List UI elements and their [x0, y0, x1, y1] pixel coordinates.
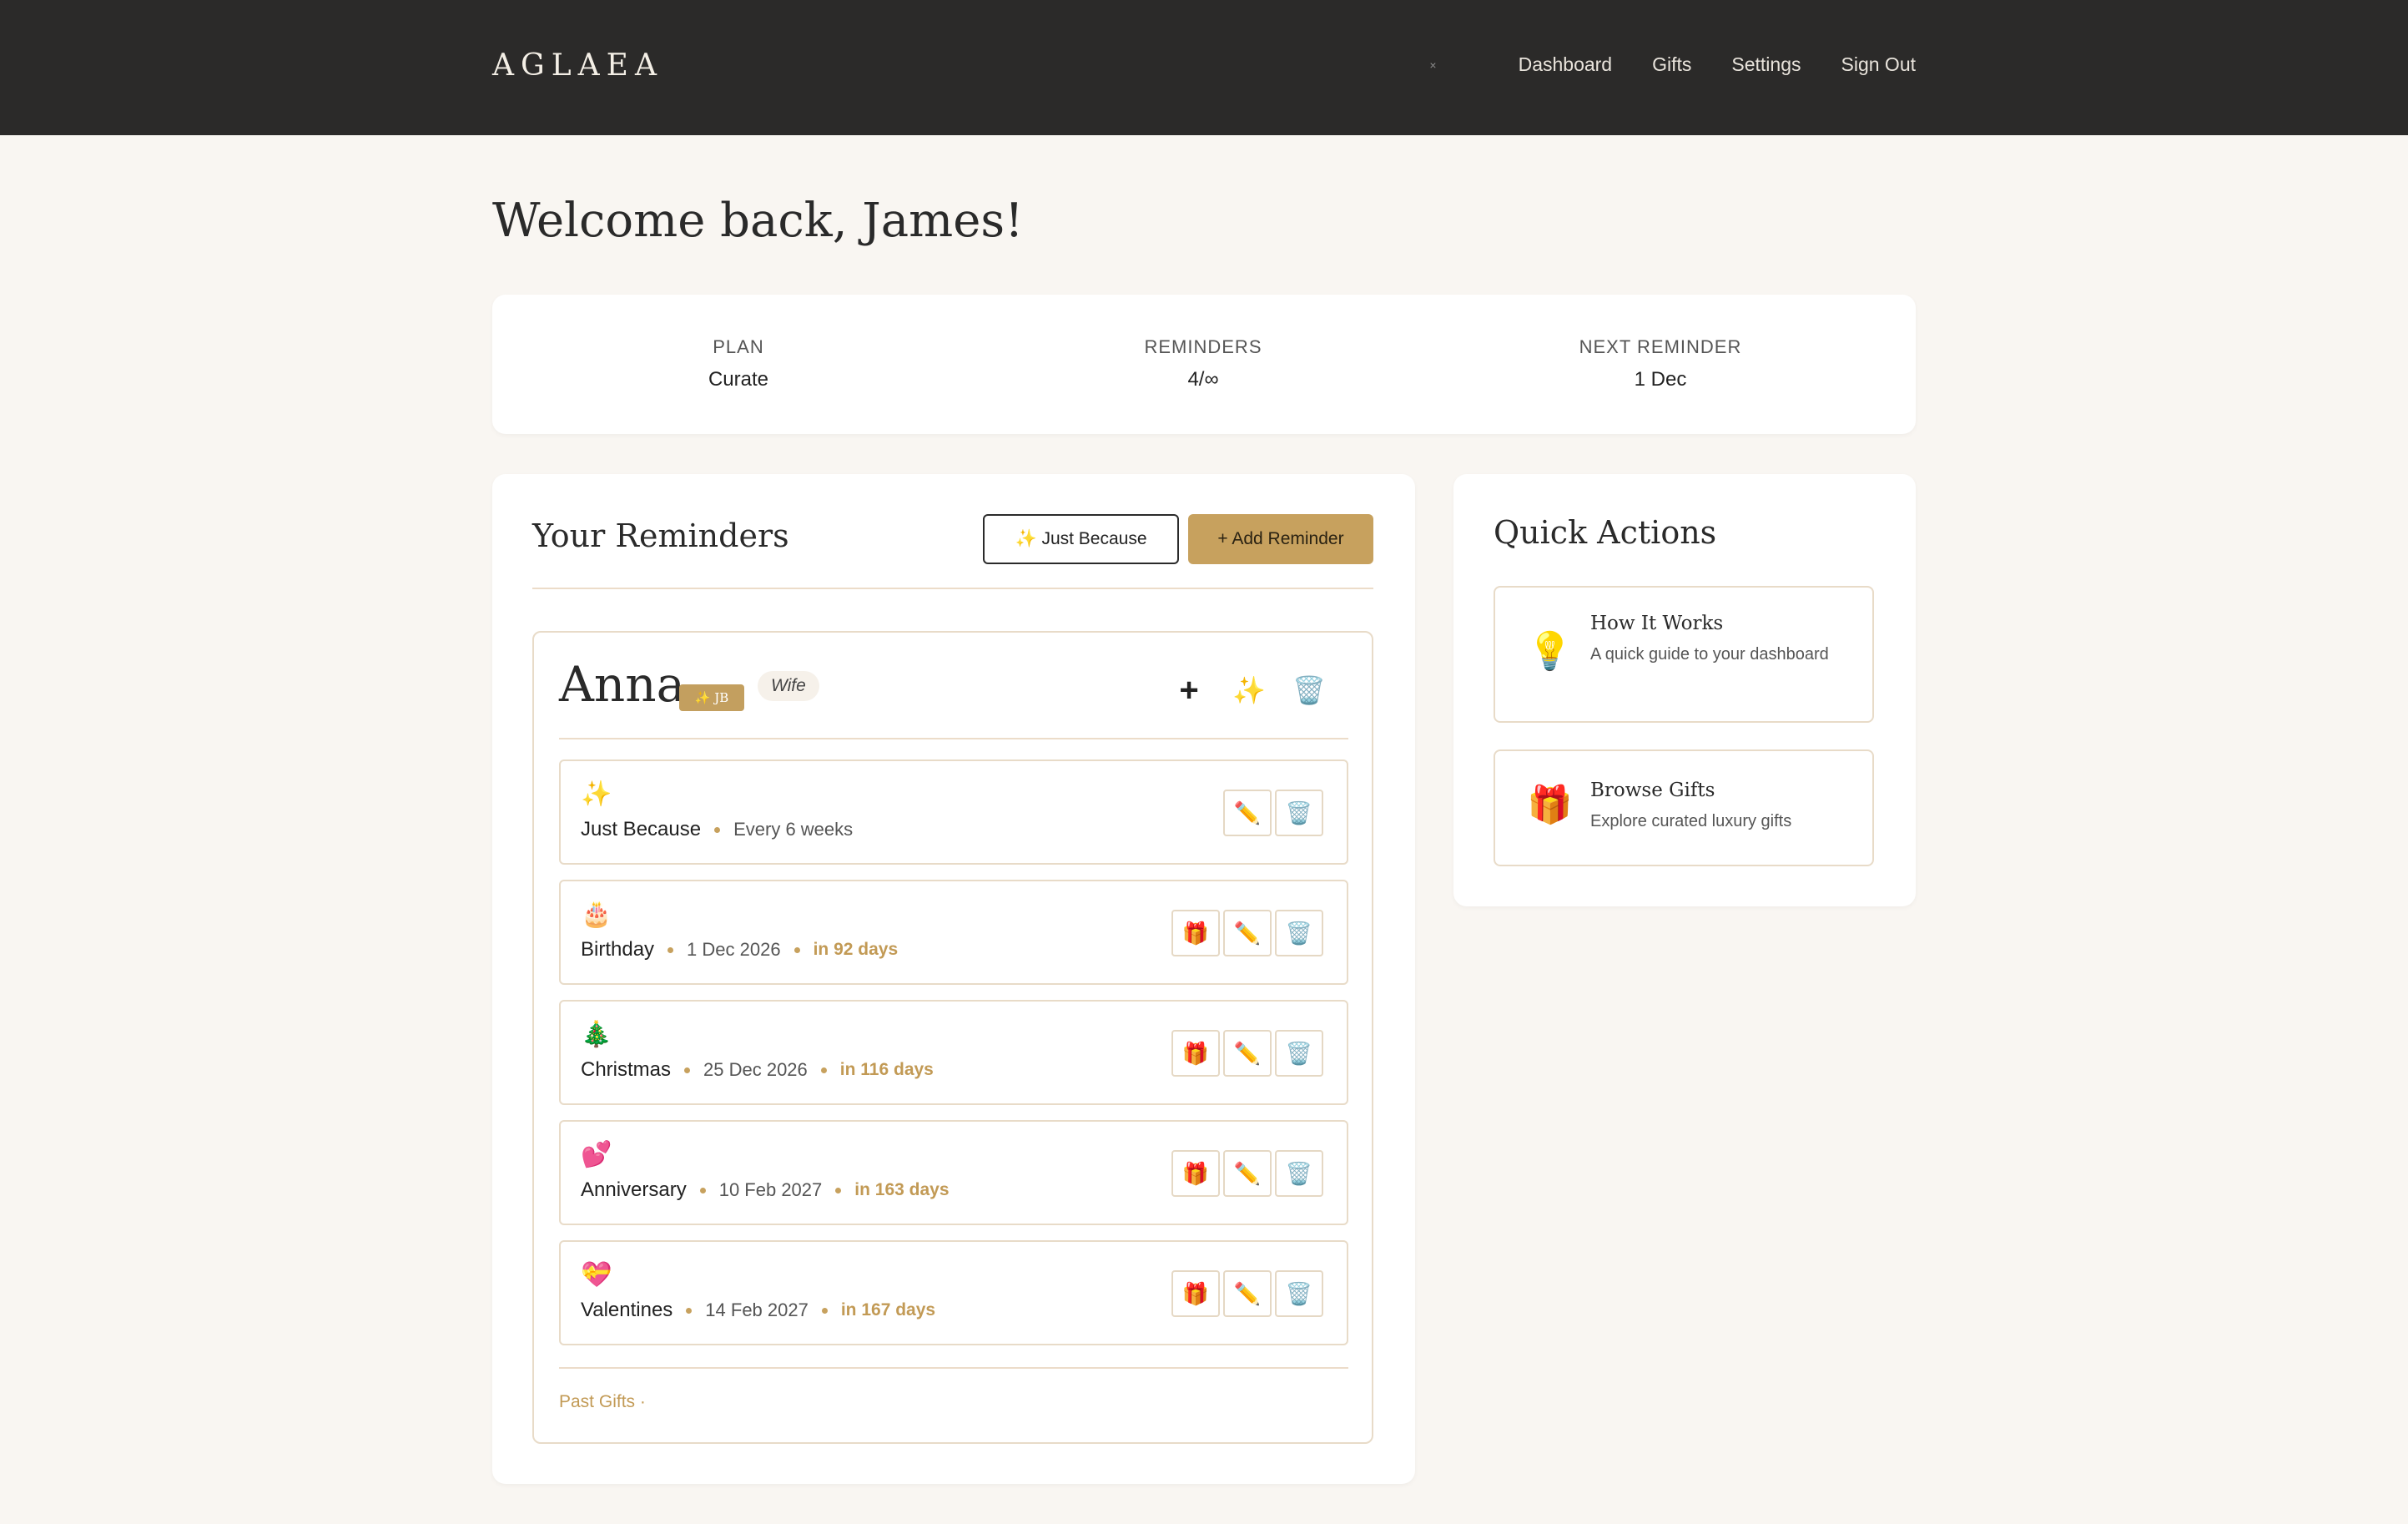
main-nav: × Dashboard Gifts Settings Sign Out: [1429, 53, 1916, 76]
separator-dot: [686, 1307, 693, 1314]
stat-next-reminder-value: 1 Dec: [1634, 368, 1687, 391]
reminder-date: 14 Feb 2027: [705, 1299, 809, 1320]
reminder-item-birthday: 🎂 Birthday 1 Dec 2026 in 92 days 🎁 ✏️ 🗑️: [559, 880, 1348, 985]
delete-button[interactable]: 🗑️: [1275, 910, 1323, 956]
reminder-name: Christmas: [581, 1058, 672, 1081]
reminders-title: Your Reminders: [532, 517, 789, 554]
quick-action-title: How It Works: [1590, 613, 1724, 634]
stat-next-reminder-label: NEXT REMINDER: [1579, 336, 1742, 357]
gift-button[interactable]: 🎁: [1171, 1150, 1220, 1197]
separator-dot: [821, 1307, 828, 1314]
quick-action-desc: Explore curated luxury gifts: [1590, 812, 1792, 830]
reminder-item-anniversary: 💕 Anniversary 10 Feb 2027 in 163 days 🎁 …: [559, 1120, 1348, 1225]
divider: [559, 738, 1348, 739]
days-until: in 163 days: [854, 1180, 950, 1199]
hearts-icon: 💕: [581, 1141, 612, 1168]
nav-dashboard[interactable]: Dashboard: [1519, 53, 1613, 76]
reminder-name: Birthday: [581, 938, 655, 961]
reminder-line: Christmas 25 Dec 2026 in 116 days: [581, 1058, 934, 1082]
tree-icon: 🎄: [581, 1021, 612, 1048]
stat-plan-value: Curate: [708, 368, 769, 391]
stat-plan-label: PLAN: [713, 336, 764, 357]
reminder-line: Birthday 1 Dec 2026 in 92 days: [581, 938, 898, 961]
just-because-button[interactable]: ✨ Just Because: [983, 514, 1179, 564]
stat-reminders-label: REMINDERS: [1144, 336, 1262, 357]
quick-action-desc: A quick guide to your dashboard: [1590, 645, 1829, 664]
quick-action-title: Browse Gifts: [1590, 780, 1715, 801]
delete-button[interactable]: 🗑️: [1275, 1150, 1323, 1197]
reminder-item-just-because: ✨ Just Because Every 6 weeks ✏️ 🗑️: [559, 759, 1348, 865]
separator-dot: [699, 1187, 706, 1193]
sparkle-icon: ✨: [581, 780, 612, 808]
nav-gifts[interactable]: Gifts: [1652, 53, 1691, 76]
separator-dot: [667, 946, 674, 953]
just-because-icon[interactable]: ✨: [1228, 669, 1270, 711]
quick-actions-title: Quick Actions: [1494, 514, 1717, 551]
separator-dot: [684, 1067, 691, 1073]
just-because-badge: ✨ JB: [679, 684, 744, 711]
reminder-name: Anniversary: [581, 1178, 687, 1201]
relationship-tag: Wife: [758, 671, 819, 701]
page-title: Welcome back, James!: [492, 194, 1024, 248]
nav-sign-out[interactable]: Sign Out: [1841, 53, 1917, 76]
delete-button[interactable]: 🗑️: [1275, 1030, 1323, 1077]
cake-icon: 🎂: [581, 901, 612, 928]
nav-close-icon[interactable]: ×: [1429, 58, 1436, 72]
reminders-card: Your Reminders ✨ Just Because + Add Remi…: [492, 474, 1415, 1484]
how-it-works-card[interactable]: 💡 How It Works A quick guide to your das…: [1494, 586, 1874, 723]
logo[interactable]: AGLAEA: [492, 48, 663, 83]
days-until: in 116 days: [839, 1060, 934, 1079]
reminder-date: 10 Feb 2027: [718, 1179, 823, 1200]
separator-dot: [793, 946, 800, 953]
gift-button[interactable]: 🎁: [1171, 910, 1220, 956]
browse-gifts-card[interactable]: 🎁 Browse Gifts Explore curated luxury gi…: [1494, 749, 1874, 866]
delete-button[interactable]: 🗑️: [1275, 1270, 1323, 1317]
separator-dot: [714, 826, 721, 833]
days-until: in 167 days: [840, 1300, 936, 1320]
gift-button[interactable]: 🎁: [1171, 1270, 1220, 1317]
reminder-date: Every 6 weeks: [733, 819, 854, 840]
gift-icon: 🎁: [1527, 785, 1573, 825]
reminder-name: Just Because: [581, 818, 702, 840]
reminder-line: Anniversary 10 Feb 2027 in 163 days: [581, 1178, 950, 1202]
top-nav-bar: AGLAEA × Dashboard Gifts Settings Sign O…: [0, 0, 2408, 135]
heart-gift-icon: 💝: [581, 1261, 612, 1289]
edit-button[interactable]: ✏️: [1223, 1270, 1272, 1317]
nav-settings[interactable]: Settings: [1731, 53, 1801, 76]
delete-person-icon[interactable]: 🗑️: [1288, 669, 1330, 711]
edit-button[interactable]: ✏️: [1223, 1150, 1272, 1197]
person-name: Anna: [559, 656, 686, 713]
reminder-item-christmas: 🎄 Christmas 25 Dec 2026 in 116 days 🎁 ✏️…: [559, 1000, 1348, 1105]
stats-card: PLAN Curate REMINDERS 4/∞ NEXT REMINDER …: [492, 295, 1916, 434]
reminder-name: Valentines: [581, 1299, 673, 1321]
stat-reminders-value: 4/∞: [1187, 368, 1219, 391]
lightbulb-icon: 💡: [1527, 631, 1573, 672]
edit-button[interactable]: ✏️: [1223, 1030, 1272, 1077]
add-reminder-button[interactable]: + Add Reminder: [1188, 514, 1373, 564]
days-until: in 92 days: [813, 940, 899, 959]
person-card: Anna ✨ JB Wife + ✨ 🗑️ ✨ Just Because Eve…: [532, 631, 1373, 1444]
divider: [532, 588, 1373, 589]
divider: [559, 1367, 1348, 1369]
stat-plan: PLAN Curate: [572, 336, 905, 391]
reminder-date: 1 Dec 2026: [687, 939, 781, 960]
add-reminder-icon[interactable]: +: [1168, 669, 1210, 711]
reminder-date: 25 Dec 2026: [703, 1059, 808, 1080]
reminder-item-valentines: 💝 Valentines 14 Feb 2027 in 167 days 🎁 ✏…: [559, 1240, 1348, 1345]
stat-next-reminder: NEXT REMINDER 1 Dec: [1494, 336, 1827, 391]
separator-dot: [820, 1067, 827, 1073]
reminder-line: Just Because Every 6 weeks: [581, 818, 853, 841]
edit-button[interactable]: ✏️: [1223, 790, 1272, 836]
gift-button[interactable]: 🎁: [1171, 1030, 1220, 1077]
quick-actions-card: Quick Actions 💡 How It Works A quick gui…: [1453, 474, 1916, 906]
delete-button[interactable]: 🗑️: [1275, 790, 1323, 836]
edit-button[interactable]: ✏️: [1223, 910, 1272, 956]
reminder-line: Valentines 14 Feb 2027 in 167 days: [581, 1299, 935, 1322]
separator-dot: [835, 1187, 842, 1193]
stat-reminders: REMINDERS 4/∞: [1036, 336, 1370, 391]
past-gifts-link[interactable]: Past Gifts ·: [559, 1392, 646, 1412]
